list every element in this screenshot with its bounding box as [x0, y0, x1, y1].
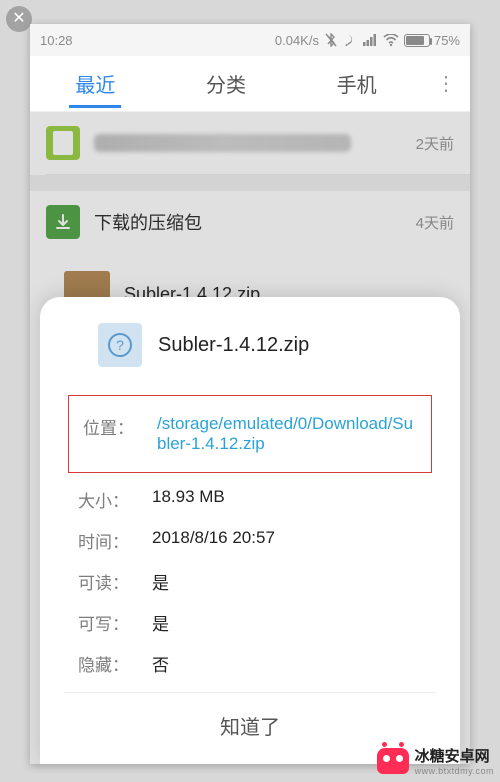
tab-recent[interactable]: 最近	[30, 59, 161, 108]
close-icon[interactable]: ✕	[6, 6, 32, 32]
watermark-url: www.btxtdmy.com	[415, 766, 494, 776]
battery-icon	[404, 34, 430, 47]
close-glyph: ✕	[12, 11, 25, 27]
phone-frame: 10:28 0.04K/s 75% 最近 分类 手机 ⋮ 2天前	[30, 24, 470, 764]
field-time: 时间： 2018/8/16 20:57	[64, 520, 436, 561]
more-icon: ⋮	[436, 73, 456, 95]
modal-backdrop[interactable]: ? Subler-1.4.12.zip 位置： /storage/emulate…	[30, 112, 470, 764]
field-value: 是	[152, 569, 432, 594]
watermark: 冰糖安卓网 www.btxtdmy.com	[377, 745, 494, 776]
field-readable: 可读： 是	[64, 561, 436, 602]
tab-phone[interactable]: 手机	[291, 59, 422, 108]
field-label: 可读：	[78, 569, 152, 594]
field-writable: 可写： 是	[64, 602, 436, 643]
field-label: 大小：	[78, 487, 152, 512]
watermark-title: 冰糖安卓网	[415, 748, 490, 765]
field-value: 2018/8/16 20:57	[152, 528, 432, 548]
field-hidden: 隐藏： 否	[64, 643, 436, 684]
field-label: 可写：	[78, 610, 152, 635]
file-list: 2天前 下载的压缩包 4天前 ZIP Subler-1.4.12.zip	[30, 112, 470, 764]
highlight-box: 位置： /storage/emulated/0/Download/Subler-…	[68, 395, 432, 473]
tab-label: 分类	[206, 75, 246, 97]
field-value: 否	[152, 651, 432, 676]
tab-label: 手机	[337, 75, 377, 97]
field-label: 隐藏：	[78, 651, 152, 676]
bluetooth-off-icon	[325, 33, 337, 47]
modal-ok-button[interactable]: 知道了	[64, 692, 436, 746]
tab-bar: 最近 分类 手机 ⋮	[30, 56, 470, 112]
field-location: 位置： /storage/emulated/0/Download/Subler-…	[69, 406, 421, 462]
modal-title: Subler-1.4.12.zip	[158, 334, 309, 357]
file-info-modal: ? Subler-1.4.12.zip 位置： /storage/emulate…	[40, 297, 460, 764]
battery-pct: 75%	[434, 33, 460, 48]
question-icon: ?	[98, 323, 142, 367]
clock: 10:28	[40, 33, 73, 48]
signal-icon	[363, 34, 377, 46]
ok-label: 知道了	[220, 717, 280, 739]
tab-more-button[interactable]: ⋮	[422, 71, 470, 96]
field-value: /storage/emulated/0/Download/Subler-1.4.…	[157, 414, 417, 454]
field-size: 大小： 18.93 MB	[64, 479, 436, 520]
wifi-icon	[383, 34, 399, 46]
tab-label: 最近	[75, 75, 115, 97]
net-speed: 0.04K/s	[275, 33, 319, 48]
field-label: 位置：	[83, 414, 157, 439]
field-value: 是	[152, 610, 432, 635]
status-bar: 10:28 0.04K/s 75%	[30, 24, 470, 56]
field-value: 18.93 MB	[152, 487, 432, 507]
mute-icon	[343, 33, 357, 47]
robot-icon	[377, 748, 409, 774]
tab-category[interactable]: 分类	[161, 59, 292, 108]
field-label: 时间：	[78, 528, 152, 553]
